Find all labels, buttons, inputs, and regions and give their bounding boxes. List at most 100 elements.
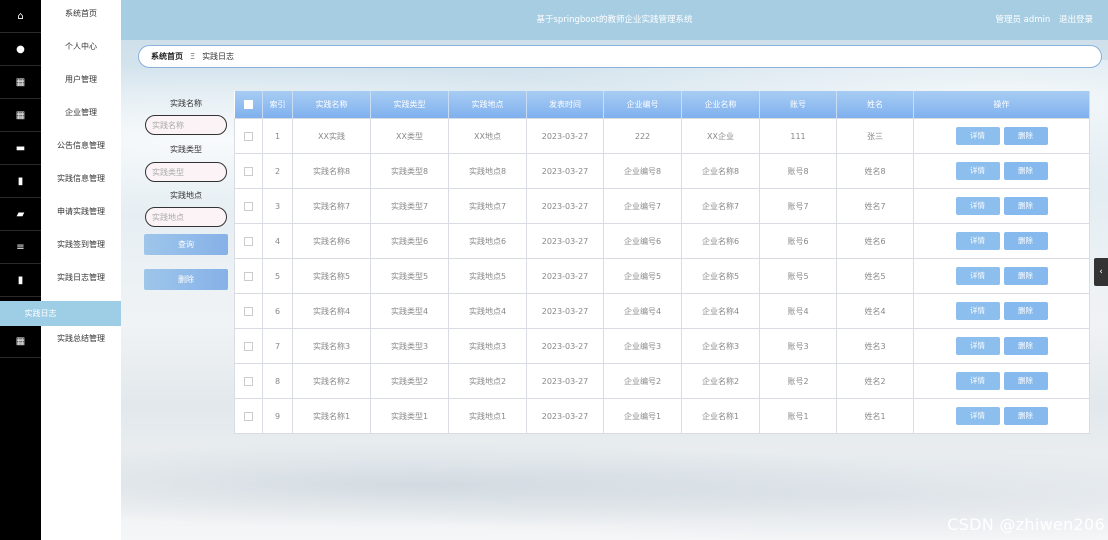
table-cell: 张三: [836, 118, 914, 154]
detail-button[interactable]: 详情: [955, 302, 1000, 320]
sidebar-item[interactable]: 系统首页: [41, 0, 121, 30]
table-row: 2 实践名称8 实践类型8 实践地点8 2023-03-27 企业编号8 企业名称8 账号8 姓…: [234, 153, 1090, 189]
collapse-handle[interactable]: ‹: [1094, 258, 1108, 286]
delete-button[interactable]: 删除: [1003, 407, 1048, 425]
breadcrumb-separator: Ξ: [190, 52, 196, 61]
checkbox-icon: [244, 271, 253, 281]
detail-button[interactable]: 详情: [955, 407, 1000, 425]
search-name-input[interactable]: 实践名称: [145, 115, 227, 135]
table-cell: 姓名3: [836, 328, 914, 364]
row-checkbox[interactable]: [234, 258, 263, 294]
sidebar-item[interactable]: 实践签到管理: [41, 228, 121, 261]
table-cell: 账号4: [759, 293, 837, 329]
sidebar-item[interactable]: 公告信息管理: [41, 129, 121, 162]
list-icon: ≡: [0, 231, 41, 264]
table-cell: 账号2: [759, 363, 837, 399]
detail-button[interactable]: 详情: [955, 162, 1000, 180]
row-checkbox[interactable]: [234, 328, 263, 364]
table-cell: 实践名称2: [292, 363, 371, 399]
batch-delete-button[interactable]: 删除: [144, 269, 228, 290]
sidebar-item[interactable]: 申请实践管理: [41, 195, 121, 228]
sidebar-item[interactable]: 用户管理: [41, 63, 121, 96]
table-cell: 姓名5: [836, 258, 914, 294]
table-cell: 账号8: [759, 153, 837, 189]
detail-button[interactable]: 详情: [955, 197, 1000, 215]
detail-button[interactable]: 详情: [955, 232, 1000, 250]
table-cell: 账号7: [759, 188, 837, 224]
delete-button[interactable]: 删除: [1003, 232, 1048, 250]
table-cell: XX企业: [681, 118, 760, 154]
table-cell: 姓名2: [836, 363, 914, 399]
row-actions: 详情 删除: [913, 188, 1090, 224]
table-cell: 企业名称6: [681, 223, 760, 259]
search-place-input[interactable]: 实践地点: [145, 207, 227, 227]
delete-button[interactable]: 删除: [1003, 372, 1048, 390]
detail-button[interactable]: 详情: [955, 127, 1000, 145]
detail-button[interactable]: 详情: [955, 267, 1000, 285]
table-cell: 实践名称6: [292, 223, 371, 259]
detail-button[interactable]: 详情: [955, 337, 1000, 355]
checkbox-icon: [244, 376, 253, 386]
table-cell: 2023-03-27: [526, 188, 604, 224]
checkbox-icon: [244, 411, 253, 421]
sidebar-active-label: 实践日志: [24, 309, 57, 318]
monitor-icon: ▬: [0, 132, 41, 165]
table-cell: 3: [262, 188, 293, 224]
delete-button[interactable]: 删除: [1003, 302, 1048, 320]
app-title: 基于springboot的教师企业实践管理系统: [536, 15, 693, 25]
sidebar-item[interactable]: 企业管理: [41, 96, 121, 129]
select-all-checkbox[interactable]: [234, 91, 263, 119]
column-header: 实践地点: [448, 91, 527, 119]
table-cell: 9: [262, 398, 293, 434]
table-cell: 2023-03-27: [526, 398, 604, 434]
row-actions: 详情 删除: [913, 293, 1090, 329]
table-row: 9 实践名称1 实践类型1 实践地点1 2023-03-27 企业编号1 企业名称1 账号1 姓…: [234, 398, 1090, 434]
table-cell: 实践地点1: [448, 398, 527, 434]
sidebar-item[interactable]: 个人中心: [41, 30, 121, 63]
table-cell: 实践类型3: [370, 328, 449, 364]
table-cell: 2023-03-27: [526, 328, 604, 364]
clipboard-icon: ▮: [0, 165, 41, 198]
table-row: 4 实践名称6 实践类型6 实践地点6 2023-03-27 企业编号6 企业名称6 账号6 姓…: [234, 223, 1090, 259]
table-cell: 实践地点6: [448, 223, 527, 259]
row-checkbox[interactable]: [234, 153, 263, 189]
sidebar-item[interactable]: 实践信息管理: [41, 162, 121, 195]
table-cell: 姓名6: [836, 223, 914, 259]
delete-button[interactable]: 删除: [1003, 267, 1048, 285]
logout-link[interactable]: 退出登录: [1059, 15, 1093, 25]
search-type-input[interactable]: 实践类型: [145, 162, 227, 182]
row-actions: 详情 删除: [913, 153, 1090, 189]
row-checkbox[interactable]: [234, 363, 263, 399]
delete-button[interactable]: 删除: [1003, 127, 1048, 145]
table-cell: 企业名称3: [681, 328, 760, 364]
sidebar-item[interactable]: 实践总结管理: [41, 322, 121, 355]
row-checkbox[interactable]: [234, 118, 263, 154]
row-checkbox[interactable]: [234, 188, 263, 224]
ticket-icon: ▰: [0, 198, 41, 231]
sidebar-item[interactable]: 实践日志管理: [41, 261, 121, 294]
breadcrumb-home[interactable]: 系统首页: [151, 51, 183, 62]
home-icon: ⌂: [0, 0, 41, 33]
delete-button[interactable]: 删除: [1003, 337, 1048, 355]
row-actions: 详情 删除: [913, 328, 1090, 364]
row-checkbox[interactable]: [234, 223, 263, 259]
table-cell: XX类型: [370, 118, 449, 154]
delete-button[interactable]: 删除: [1003, 197, 1048, 215]
table-cell: 实践地点2: [448, 363, 527, 399]
detail-button[interactable]: 详情: [955, 372, 1000, 390]
query-button[interactable]: 查询: [144, 234, 228, 255]
table-cell: 实践类型2: [370, 363, 449, 399]
column-header: 实践名称: [292, 91, 371, 119]
table-body: 1 XX实践 XX类型 XX地点 2023-03-27 222 XX企业 111 张三 详情 删除 2…: [234, 118, 1090, 434]
table-cell: 企业编号1: [603, 398, 682, 434]
delete-button[interactable]: 删除: [1003, 162, 1048, 180]
row-checkbox[interactable]: [234, 398, 263, 434]
data-table: 索引 实践名称 实践类型 实践地点 发表时间 企业编号 企业名称 账号 姓名 操…: [234, 91, 1090, 434]
table-cell: 企业名称5: [681, 258, 760, 294]
user-area: 管理员 admin 退出登录: [989, 0, 1093, 40]
row-actions: 详情 删除: [913, 258, 1090, 294]
table-cell: 2023-03-27: [526, 363, 604, 399]
column-header: 姓名: [836, 91, 914, 119]
row-checkbox[interactable]: [234, 293, 263, 329]
table-cell: 账号6: [759, 223, 837, 259]
